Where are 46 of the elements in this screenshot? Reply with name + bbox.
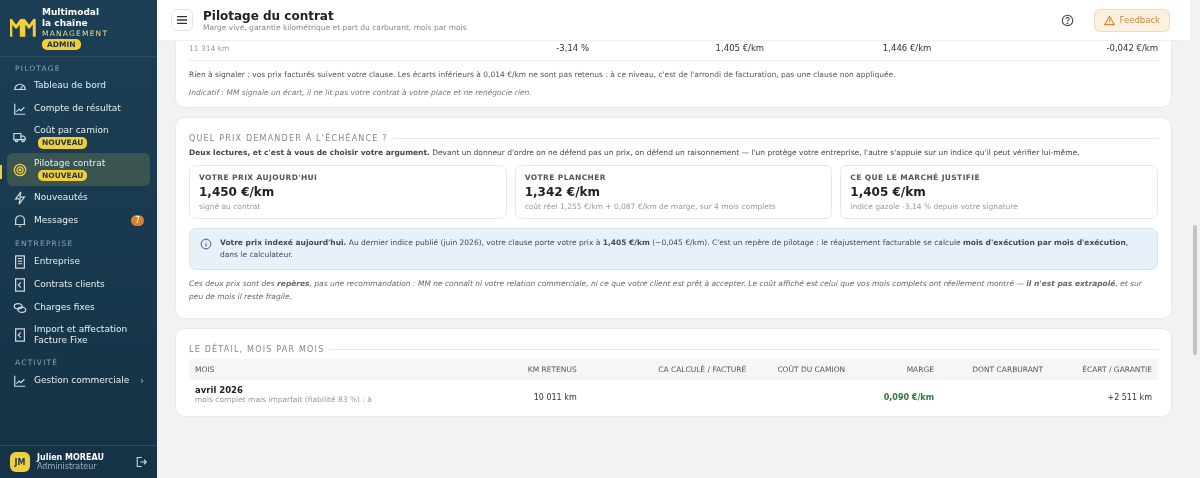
nav-item[interactable]: Charges fixes: [7, 296, 150, 320]
warning-icon: [1103, 14, 1115, 26]
bolt-icon: [13, 190, 27, 205]
doc-icon: [13, 277, 27, 292]
chart-icon: [13, 102, 27, 117]
month-cell-text: avril 2026: [195, 384, 244, 395]
building-icon: [13, 254, 27, 269]
nav-item[interactable]: Compte de résultat: [7, 97, 150, 121]
user-name: Julien MOREAU: [37, 453, 105, 462]
menu-button[interactable]: [171, 9, 193, 31]
target-icon: [13, 162, 27, 177]
logo-icon: [10, 18, 36, 39]
user-avatar: JM: [10, 452, 30, 472]
section-title: QUEL PRIX DEMANDER À L'ÉCHÉANCE ?: [189, 134, 388, 143]
page-title: Pilotage du contrat: [203, 8, 335, 23]
logout-icon[interactable]: [135, 456, 147, 468]
menu-icon: [176, 15, 188, 25]
nav-item[interactable]: Tableau de bord: [7, 74, 150, 98]
help-icon[interactable]: [1060, 13, 1074, 27]
table-cell-text: 10 011 km: [532, 391, 577, 402]
chevron-icon: ›: [140, 375, 144, 387]
chart-icon: [13, 373, 27, 388]
tile-value: 1,450 €/km: [199, 185, 276, 199]
nav-item[interactable]: Gestion commerciale ›: [7, 369, 150, 393]
price-gap: -0,042 €/km: [1105, 43, 1158, 53]
bell-icon: [13, 213, 27, 228]
unread-count-badge: 7: [130, 215, 144, 227]
index-change: -3,14 %: [555, 43, 590, 53]
brand-name: Multimodal la chaîne: [42, 7, 99, 29]
nav-item[interactable]: Entreprise: [7, 250, 150, 274]
table-cell-text: 0,090 €/km: [882, 391, 934, 402]
nav-item[interactable]: Nouveautés: [7, 186, 150, 210]
tile-value: 1,405 €/km: [850, 185, 927, 199]
nav-item[interactable]: Messages 7: [7, 209, 150, 233]
coins-icon: [13, 300, 27, 315]
indexed-price: 1,405 €/km: [714, 43, 766, 53]
section-title: LE DÉTAIL, MOIS PAR MOIS: [189, 344, 325, 354]
tile-value: 1,342 €/km: [524, 185, 601, 199]
doc-icon: [13, 328, 27, 343]
billed-price: 1,446 €/km: [881, 43, 933, 53]
table-cell-text: +2 511 km: [1106, 391, 1152, 402]
info-icon: [200, 238, 212, 250]
user-role: Administrateur: [37, 462, 98, 471]
scrollbar-thumb[interactable]: [1193, 225, 1197, 355]
nav-item[interactable]: Contrats clients: [7, 273, 150, 297]
nav-item[interactable]: Import et affectation Facture Fixe: [7, 319, 150, 352]
